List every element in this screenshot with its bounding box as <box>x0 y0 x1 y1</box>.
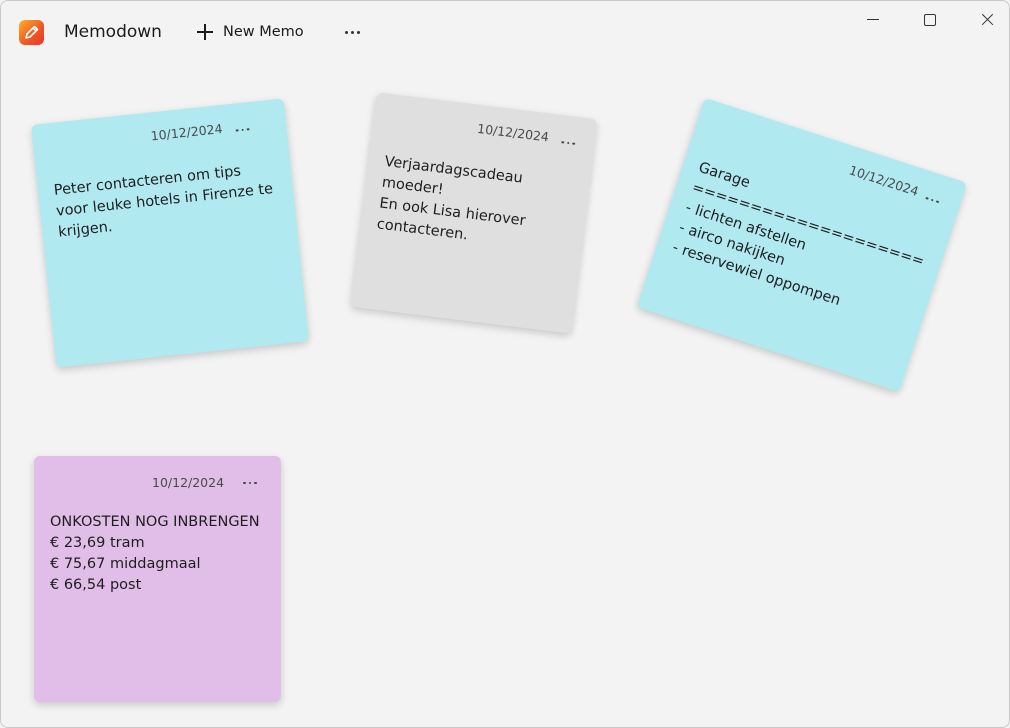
more-icon <box>243 481 246 485</box>
memo-date: 10/12/2024 <box>847 162 921 199</box>
memo-menu-button[interactable] <box>921 192 943 208</box>
memo-text: Peter contacteren om tips voor leuke hot… <box>53 163 274 241</box>
memo-card[interactable]: 10/12/2024 Garage ==================== -… <box>636 97 968 393</box>
close-button[interactable] <box>972 9 1002 31</box>
pencil-icon <box>19 20 44 45</box>
memo-card[interactable]: 10/12/2024 Peter contacteren om tips voo… <box>30 98 310 368</box>
new-memo-button[interactable]: New Memo <box>195 19 304 45</box>
memo-menu-button[interactable] <box>232 124 253 136</box>
memo-text: ONKOSTEN NOG INBRENGEN € 23,69 tram € 75… <box>50 514 260 593</box>
memo-text: Verjaardagscadeau moeder! En ook Lisa hi… <box>375 153 527 244</box>
memo-date: 10/12/2024 <box>149 120 224 144</box>
app-title: Memodown <box>64 22 162 42</box>
memo-card[interactable]: 10/12/2024 Verjaardagscadeau moeder! En … <box>350 92 598 334</box>
new-memo-label: New Memo <box>223 24 304 40</box>
minimize-button[interactable] <box>858 9 888 31</box>
more-options-button[interactable] <box>341 19 363 45</box>
memo-date: 10/12/2024 <box>152 475 225 490</box>
more-icon <box>344 30 348 34</box>
app-window: Memodown New Memo 10/12/2024 Peter conta… <box>0 0 1010 728</box>
memo-card[interactable]: 10/12/2024 ONKOSTEN NOG INBRENGEN € 23,6… <box>34 456 281 702</box>
memo-menu-button[interactable] <box>558 137 579 149</box>
memo-date: 10/12/2024 <box>476 120 550 145</box>
more-icon <box>235 129 239 132</box>
more-icon <box>561 140 565 144</box>
memo-menu-button[interactable] <box>240 478 260 488</box>
plus-icon <box>195 22 215 42</box>
more-icon <box>925 196 929 200</box>
maximize-button[interactable] <box>915 9 945 31</box>
